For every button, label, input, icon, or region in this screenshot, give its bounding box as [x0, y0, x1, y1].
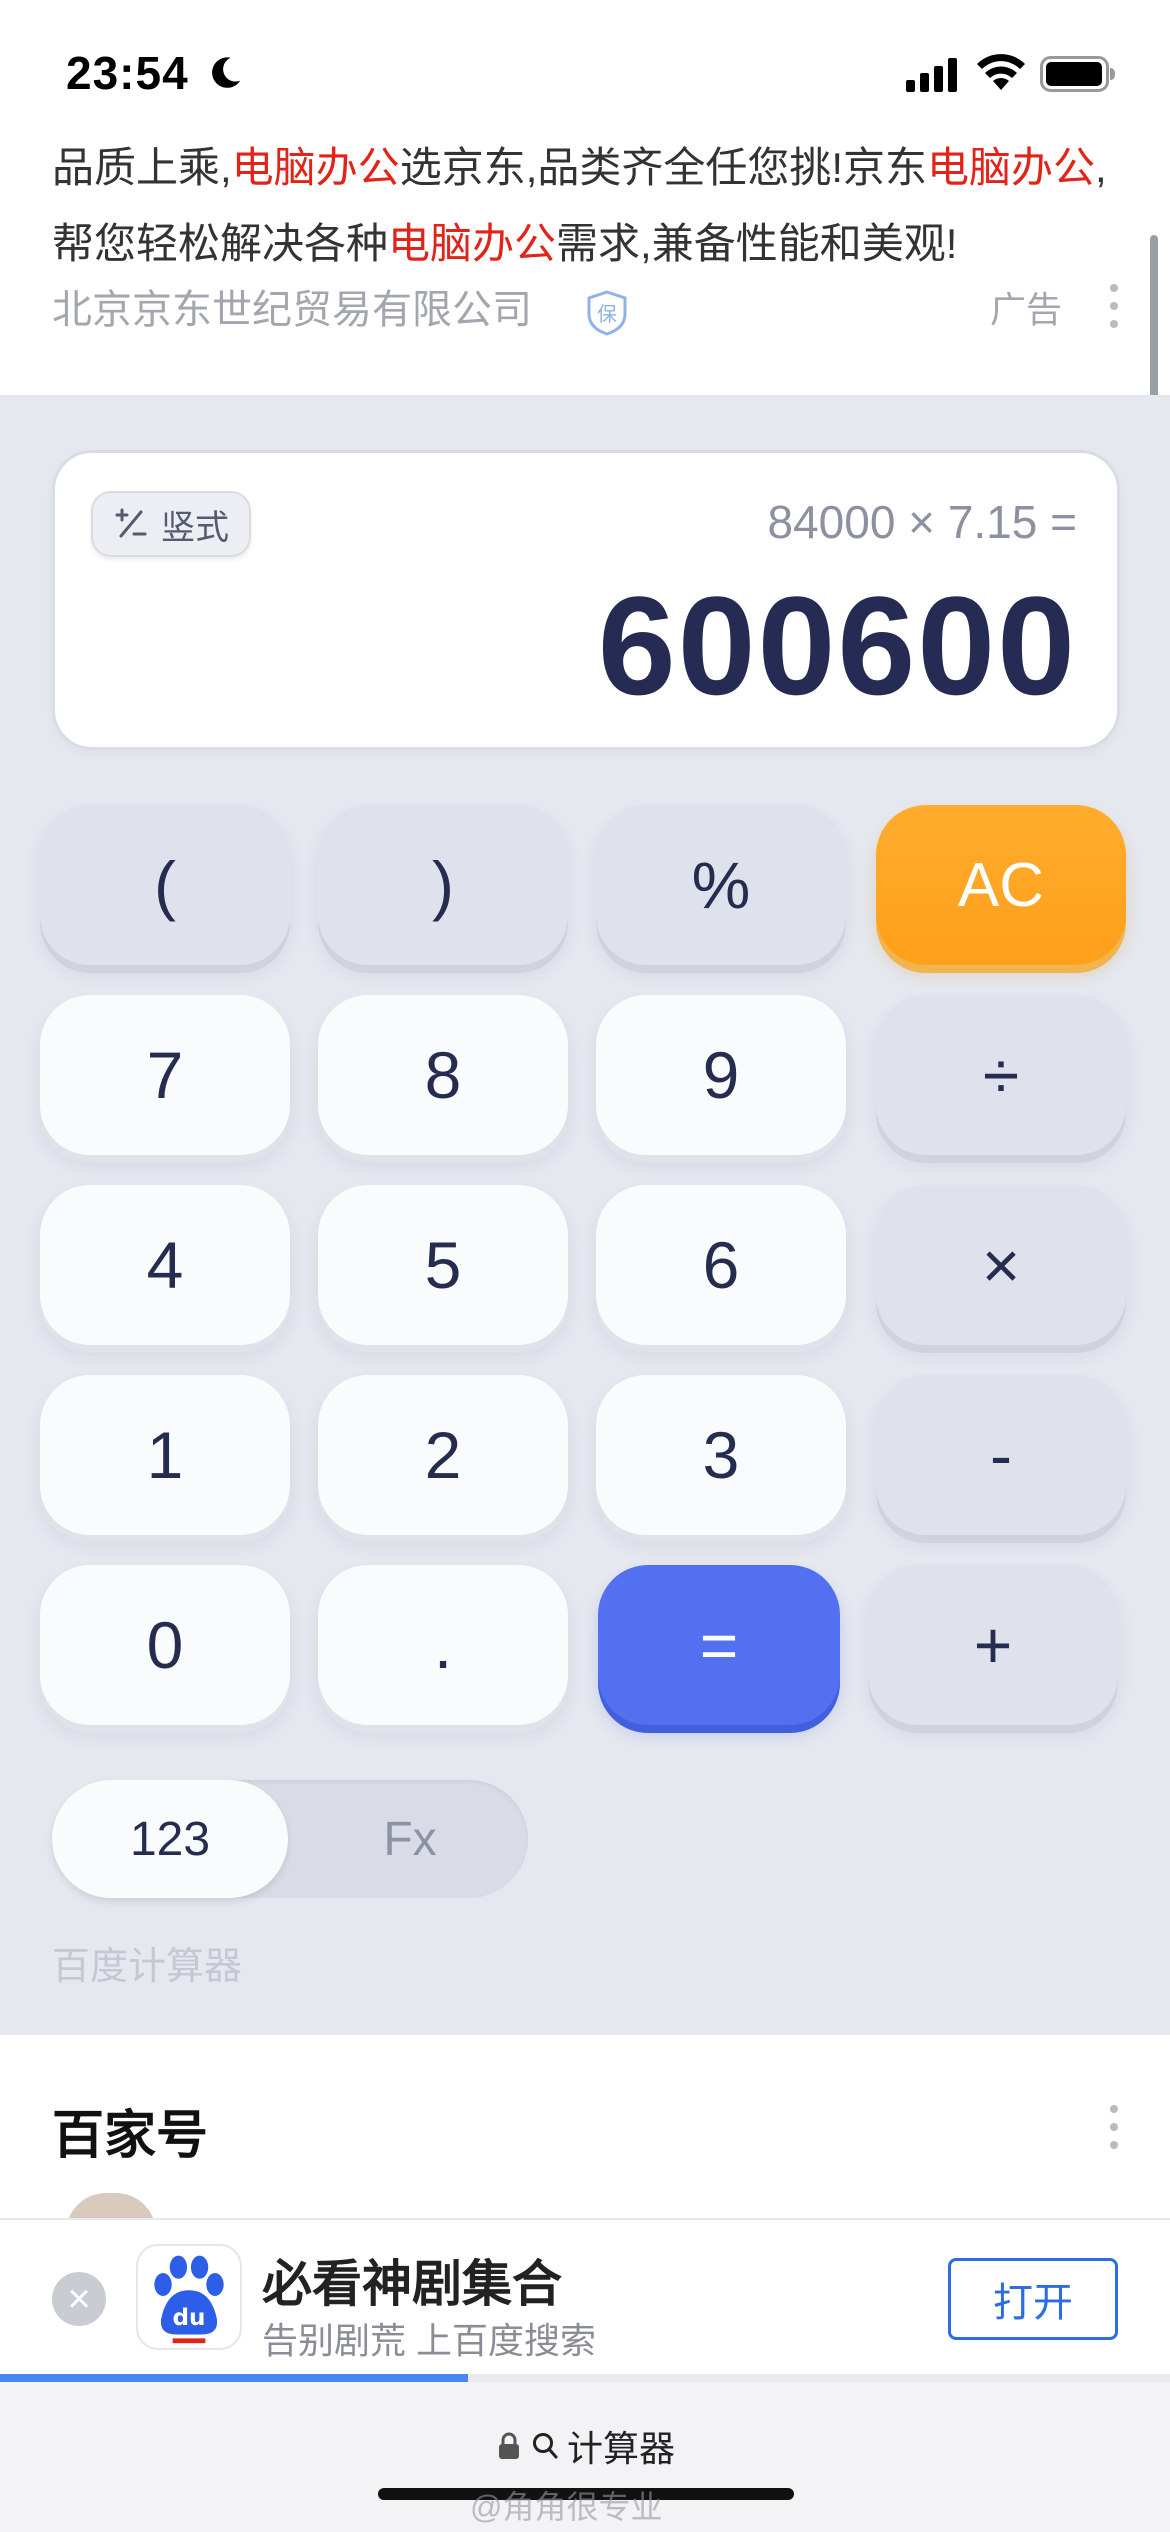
app-download-banner[interactable]: × du 必看神剧集合 告别剧荒 上百度搜索 打开 [0, 2218, 1170, 2376]
key-0[interactable]: 0 [40, 1565, 290, 1725]
toggle-123[interactable]: 123 [52, 1780, 288, 1898]
key-equals[interactable]: = [598, 1565, 840, 1725]
key-4[interactable]: 4 [40, 1185, 290, 1345]
ad-text-part: 品质上乘, [52, 144, 232, 191]
key-9[interactable]: 9 [596, 995, 846, 1155]
page-load-progress [0, 2374, 1170, 2382]
app-title: 必看神剧集合 [262, 2256, 562, 2312]
close-icon[interactable]: × [52, 2272, 106, 2326]
shield-icon: 保 [587, 290, 627, 336]
ad-text-part: 需求,兼备性能和美观! [556, 220, 958, 267]
progress-fill [0, 2374, 468, 2382]
moon-icon [212, 57, 241, 88]
ad-label: 广告 [990, 289, 1063, 330]
open-app-button[interactable]: 打开 [948, 2258, 1118, 2340]
ad-block[interactable]: 品质上乘,电脑办公选京东,品类齐全任您挑!京东电脑办公,帮您轻松解决各种电脑办公… [0, 130, 1170, 385]
key-open-paren[interactable]: ( [40, 805, 290, 965]
lock-icon [498, 2432, 519, 2459]
more-dots-icon[interactable] [1106, 284, 1122, 336]
expression: 84000 × 7.15 = [767, 496, 1077, 548]
baijiahao-section: 百家号 [0, 2045, 1170, 2233]
section-title: 百家号 [52, 2107, 209, 2165]
key-5[interactable]: 5 [318, 1185, 568, 1345]
result: 600600 [597, 567, 1077, 724]
calculator: 竖式 84000 × 7.15 = 600600 ()% AC 7 8 9 ÷ 4 5 6 × 1 2… [0, 395, 1170, 2035]
key-8[interactable]: 8 [318, 995, 568, 1155]
more-dots-icon[interactable] [1106, 2105, 1122, 2157]
ad-keyword: 电脑办公 [231, 144, 400, 191]
app-icon-text: du [173, 2305, 206, 2331]
mode-label: 竖式 [161, 508, 229, 547]
ad-text-part: 选京东,品类齐全任您挑!京东 [399, 144, 928, 191]
status-bar: 23:54 [0, 0, 1170, 130]
key-minus[interactable]: - [876, 1375, 1126, 1535]
toggle-fx[interactable]: Fx [292, 1780, 528, 1898]
battery-icon [1040, 56, 1115, 92]
app-subtitle: 告别剧荒 上百度搜索 [262, 2320, 597, 2361]
key-7[interactable]: 7 [40, 995, 290, 1155]
signal-icon [906, 58, 957, 92]
url-bar[interactable]: 计算器 @角角很专业 [0, 2382, 1170, 2532]
address-field[interactable]: 计算器 [0, 2420, 1170, 2472]
key-1[interactable]: 1 [40, 1375, 290, 1535]
watermark: @角角很专业 [470, 2489, 663, 2525]
key-clear[interactable]: AC [876, 805, 1126, 965]
key-percent[interactable]: % [596, 805, 846, 965]
vertical-mode-button[interactable]: 竖式 [91, 491, 251, 557]
ad-company: 北京京东世纪贸易有限公司 [52, 288, 532, 332]
key-plus[interactable]: + [868, 1565, 1118, 1725]
key-multiply[interactable]: × [876, 1185, 1126, 1345]
wifi-icon [977, 54, 1025, 90]
status-time: 23:54 [66, 47, 189, 99]
key-close-paren[interactable]: ) [318, 805, 568, 965]
calculator-source: 百度计算器 [52, 1946, 243, 1988]
ad-keyword: 电脑办公 [388, 220, 557, 267]
shield-char: 保 [597, 302, 617, 326]
key-2[interactable]: 2 [318, 1375, 568, 1535]
key-3[interactable]: 3 [596, 1375, 846, 1535]
key-divide[interactable]: ÷ [876, 995, 1126, 1155]
mode-toggle[interactable]: 123 Fx [52, 1780, 528, 1898]
search-query: 计算器 [566, 2428, 675, 2469]
key-decimal[interactable]: . [318, 1565, 568, 1725]
ad-text[interactable]: 品质上乘,电脑办公选京东,品类齐全任您挑!京东电脑办公,帮您轻松解决各种电脑办公… [52, 130, 1132, 282]
plus-minus-icon [115, 508, 147, 538]
baidu-app-icon: du [136, 2244, 242, 2350]
key-6[interactable]: 6 [596, 1185, 846, 1345]
calculator-display: 竖式 84000 × 7.15 = 600600 [52, 450, 1120, 750]
search-icon [532, 2433, 558, 2459]
ad-keyword: 电脑办公 [927, 144, 1096, 191]
